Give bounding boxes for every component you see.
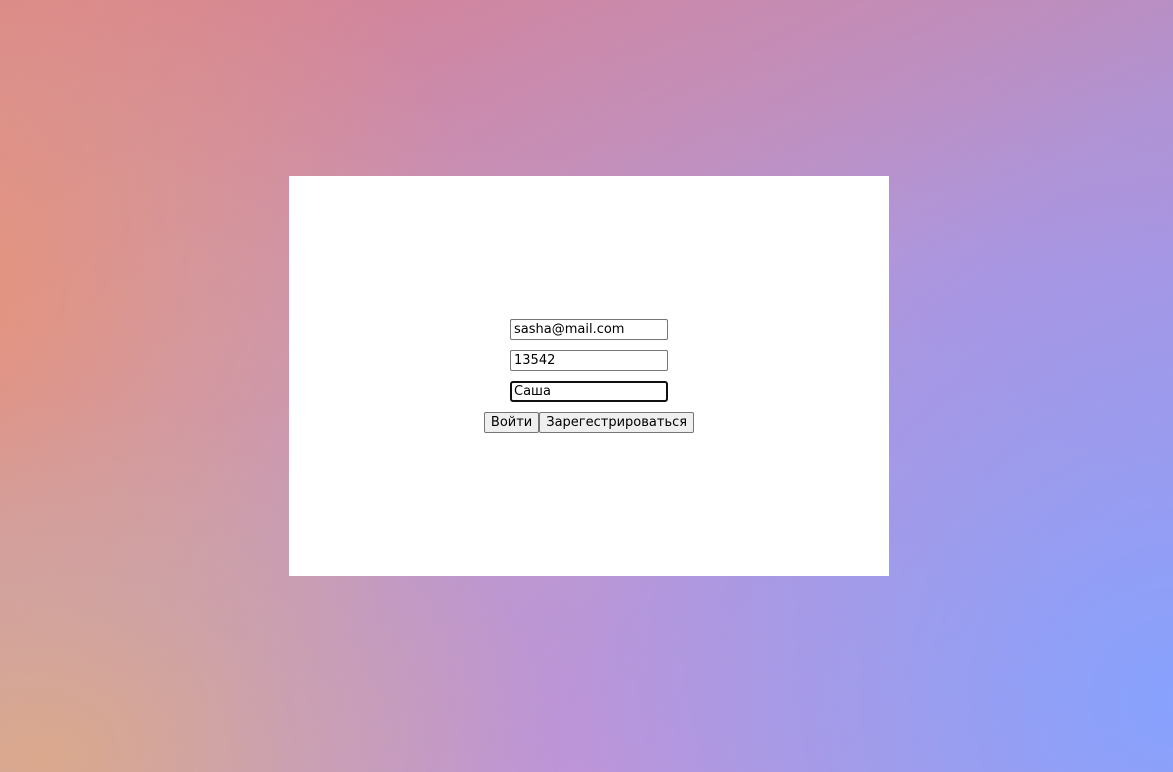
login-form: Войти Зарегестрироваться [289,319,889,433]
name-field[interactable] [510,381,668,402]
register-button[interactable]: Зарегестрироваться [539,412,695,433]
email-field[interactable] [510,319,668,340]
login-button[interactable]: Войти [483,412,540,433]
form-buttons: Войти Зарегестрироваться [483,412,695,433]
password-field[interactable] [510,350,668,371]
login-card: Войти Зарегестрироваться [289,176,889,576]
